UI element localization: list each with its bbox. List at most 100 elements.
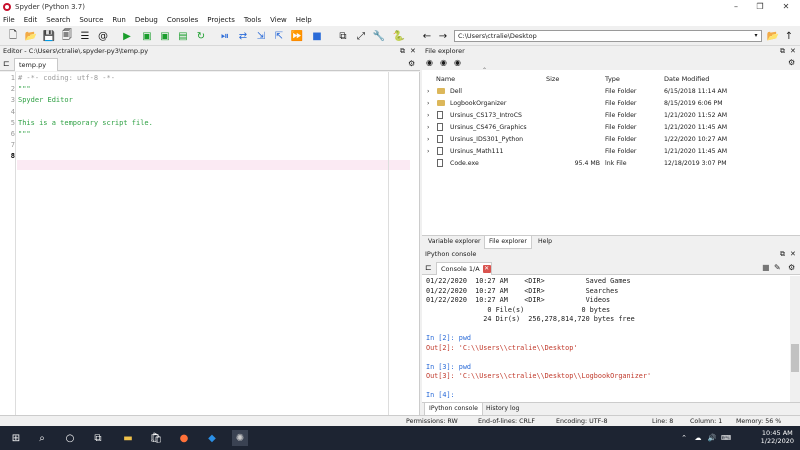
code-editor[interactable]: 1 2 3 4 5 6 7 8 # -*- coding: utf-8 -*- """ Spyde… (0, 72, 420, 415)
run-cell-advance-icon[interactable]: ▣ (158, 29, 172, 43)
close-pane-icon[interactable]: ✕ (790, 46, 796, 57)
file-date: 1/21/2020 11:52 AM (664, 112, 728, 119)
expand-chevron-icon[interactable]: › (427, 134, 429, 146)
gear-icon[interactable]: ⚙ (788, 263, 795, 272)
tab-file-explorer[interactable]: File explorer (484, 236, 532, 249)
run-selection-icon[interactable]: ▤ (176, 29, 190, 43)
tab-console-1a[interactable]: Console 1/A ✕ (436, 262, 492, 275)
col-date[interactable]: Date Modified (664, 75, 709, 83)
expand-chevron-icon[interactable]: › (427, 146, 429, 158)
cortana-icon[interactable]: ○ (62, 430, 78, 446)
stop-icon[interactable]: ■ (310, 29, 324, 43)
step-into-icon[interactable]: ⇲ (254, 29, 268, 43)
windows-start-icon[interactable]: ⊞ (8, 430, 24, 446)
tab-variable-explorer[interactable]: Variable explorer (424, 236, 485, 249)
restore-button[interactable]: ❐ (748, 0, 772, 14)
explorer-tab-bar: Variable explorer File explorer Help (422, 235, 800, 249)
file-row[interactable]: › Ursinus_CS476_Graphics File Folder 1/21/2… (422, 122, 800, 134)
browse-folder-icon[interactable]: 📂 (766, 29, 780, 43)
system-clock[interactable]: 10:45 AM 1/22/2020 (761, 429, 794, 445)
at-icon[interactable]: @ (96, 29, 110, 43)
vscode-icon[interactable]: ◆ (204, 430, 220, 446)
continue-icon[interactable]: ⏩ (290, 29, 304, 43)
undock-icon[interactable]: ⧉ (400, 46, 405, 57)
line-number: 1 (10, 74, 15, 82)
undock-icon[interactable]: ⧉ (780, 249, 785, 260)
rerun-icon[interactable]: ↻ (194, 29, 208, 43)
debug-icon[interactable]: ⏯ (218, 29, 232, 43)
scrollbar-thumb[interactable] (791, 344, 799, 372)
save-icon[interactable]: 💾 (42, 29, 56, 43)
maximize-pane-icon[interactable]: ⧉ (336, 29, 350, 43)
expand-chevron-icon[interactable]: › (427, 122, 429, 134)
chevron-down-icon[interactable]: ▾ (751, 31, 761, 41)
col-type[interactable]: Type (605, 75, 620, 83)
step-return-icon[interactable]: ⇱ (272, 29, 286, 43)
undock-icon[interactable]: ⧉ (780, 46, 785, 57)
file-row[interactable]: › Dell File Folder 6/15/2018 11:14 AM (422, 86, 800, 98)
console-scrollbar[interactable] (790, 276, 800, 402)
expand-chevron-icon[interactable]: › (427, 98, 429, 110)
edit-icon[interactable]: ✎ (774, 263, 781, 272)
gear-icon[interactable]: ⚙ (788, 58, 795, 67)
menu-item-debug[interactable]: Debug (135, 16, 158, 24)
list-icon[interactable]: ☰ (78, 29, 92, 43)
spyder-taskbar-icon[interactable]: ✺ (232, 430, 248, 446)
expand-chevron-icon[interactable]: › (427, 110, 429, 122)
run-cell-icon[interactable]: ▣ (140, 29, 154, 43)
back-arrow-icon[interactable]: ← (420, 29, 434, 43)
preferences-wrench-icon[interactable]: 🔧 (372, 29, 386, 43)
save-all-icon[interactable]: 🗐 (60, 29, 74, 43)
menu-item-source[interactable]: Source (79, 16, 103, 24)
close-pane-icon[interactable]: ✕ (410, 46, 416, 57)
console-output[interactable]: 01/22/2020 10:27 AM <DIR> Saved Games 01/… (422, 276, 790, 402)
col-name[interactable]: Name (436, 75, 455, 83)
menu-item-file[interactable]: File (3, 16, 15, 24)
up-icon[interactable]: ◉ (454, 58, 461, 67)
file-explorer-icon[interactable]: ▬ (120, 430, 136, 446)
stop-kernel-icon[interactable]: ■ (762, 263, 770, 272)
file-row[interactable]: › Ursinus_CS173_IntroCS File Folder 1/21/20… (422, 110, 800, 122)
search-icon[interactable]: ⌕ (34, 430, 50, 446)
forward-icon[interactable]: ◉ (440, 58, 447, 67)
file-explorer-header: File explorer ⧉ ✕ (422, 46, 800, 57)
tab-temp-py[interactable]: temp.py✕ (14, 58, 58, 81)
file-row[interactable]: › Ursinus_IDS301_Python File Folder 1/22/20… (422, 134, 800, 146)
task-view-icon[interactable]: ⧉ (90, 430, 106, 446)
browse-tabs-icon[interactable]: ⊏ (3, 59, 10, 68)
fullscreen-icon[interactable]: ⤢ (354, 29, 368, 43)
open-file-icon[interactable]: 📂 (24, 29, 38, 43)
menu-item-help[interactable]: Help (296, 16, 312, 24)
browse-tabs-icon[interactable]: ⊏ (425, 263, 432, 272)
parent-dir-arrow-icon[interactable]: ↑ (782, 29, 796, 43)
file-row[interactable]: Code.exe 95.4 MB lnk File 12/18/2019 3:07 P… (422, 158, 800, 170)
menu-item-run[interactable]: Run (112, 16, 125, 24)
store-icon[interactable]: 🛍 (148, 430, 164, 446)
menu-item-consoles[interactable]: Consoles (167, 16, 198, 24)
language-icon[interactable]: ⌨ (718, 430, 734, 446)
col-size[interactable]: Size (546, 75, 559, 83)
menu-item-tools[interactable]: Tools (244, 16, 261, 24)
close-tab-icon[interactable]: ✕ (482, 265, 491, 273)
code-line: """ (18, 85, 31, 94)
file-row[interactable]: › LogbookOrganizer File Folder 8/15/2019 6:… (422, 98, 800, 110)
file-row[interactable]: › Ursinus_Math111 File Folder 1/21/2020 11:… (422, 146, 800, 158)
new-file-icon[interactable]: 🗋 (6, 29, 20, 43)
close-pane-icon[interactable]: ✕ (790, 249, 796, 260)
expand-chevron-icon[interactable]: › (427, 86, 429, 98)
run-icon[interactable]: ▶ (120, 29, 134, 43)
menu-item-view[interactable]: View (270, 16, 287, 24)
step-icon[interactable]: ⇄ (236, 29, 250, 43)
minimize-button[interactable]: – (724, 0, 748, 14)
working-directory-field[interactable]: C:\Users\ctralie\Desktop ▾ (454, 30, 762, 42)
menu-item-edit[interactable]: Edit (24, 16, 38, 24)
python-path-icon[interactable]: 🐍 (392, 29, 406, 43)
menu-item-projects[interactable]: Projects (207, 16, 235, 24)
firefox-icon[interactable]: ● (176, 430, 192, 446)
close-button[interactable]: ✕ (774, 0, 798, 14)
back-icon[interactable]: ◉ (426, 58, 433, 67)
menu-item-search[interactable]: Search (46, 16, 70, 24)
forward-arrow-icon[interactable]: → (436, 29, 450, 43)
gear-icon[interactable]: ⚙ (408, 59, 415, 68)
tab-help[interactable]: Help (534, 236, 556, 249)
